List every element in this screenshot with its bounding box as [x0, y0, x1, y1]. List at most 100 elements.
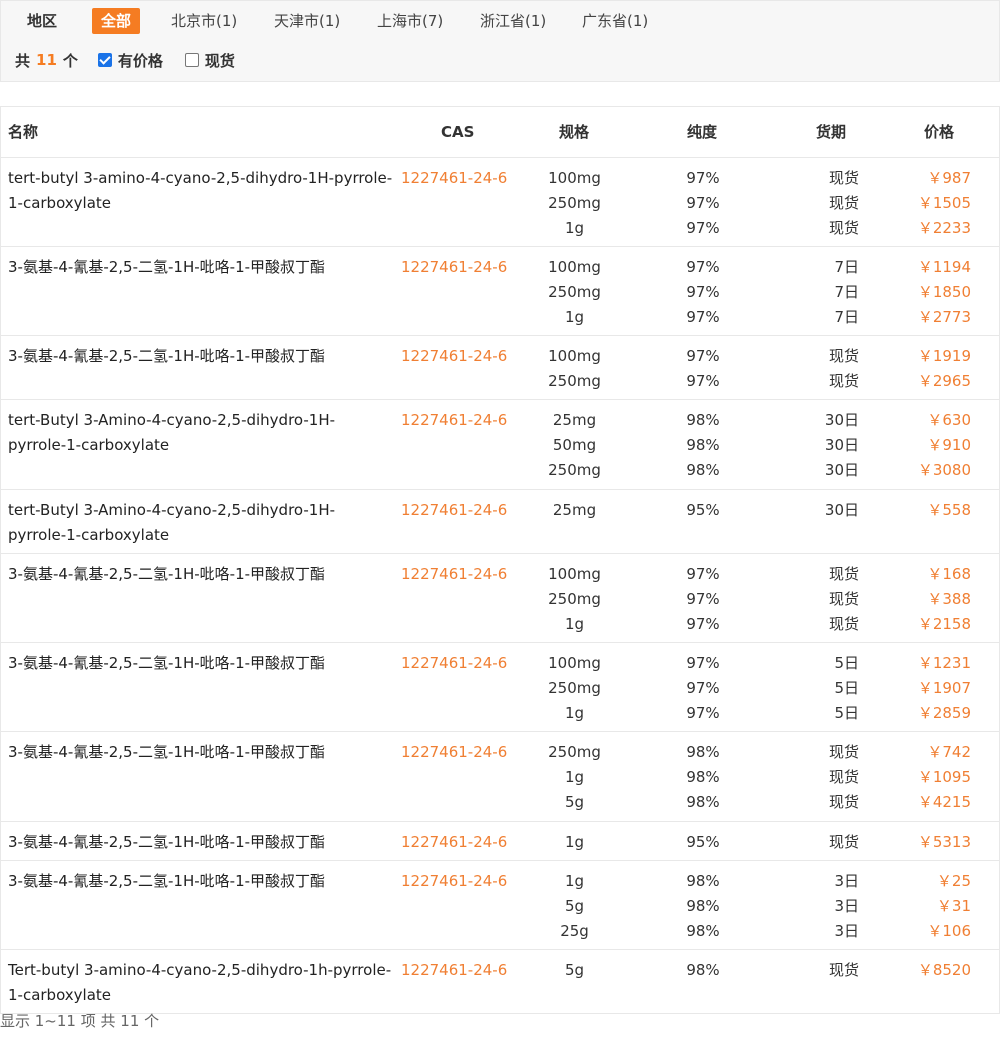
region-chip-guangdong[interactable]: 广东省(1) — [582, 8, 648, 34]
product-name-link[interactable]: 3-氨基-4-氰基-2,5-二氢-1H-吡咯-1-甲酸叔丁酯 — [8, 562, 393, 587]
region-chip-all[interactable]: 全部 — [92, 8, 141, 34]
price-value[interactable]: ￥1505 — [918, 191, 971, 216]
table-row[interactable]: 3-氨基-4-氰基-2,5-二氢-1H-吡咯-1-甲酸叔丁酯 1227461-24… — [1, 861, 999, 950]
cas-link[interactable]: 1227461-24-6 — [401, 830, 507, 855]
delivery-value: 现货 — [828, 833, 859, 851]
delivery-value: 现货 — [828, 615, 859, 633]
cas-link[interactable]: 1227461-24-6 — [401, 166, 507, 191]
price-value[interactable]: ￥910 — [927, 433, 971, 458]
price-value[interactable]: ￥388 — [927, 587, 971, 612]
spec-value: 250mg — [548, 283, 601, 301]
cas-link[interactable]: 1227461-24-6 — [401, 740, 507, 765]
table-row[interactable]: 3-氨基-4-氰基-2,5-二氢-1H-吡咯-1-甲酸叔丁酯 1227461-24… — [1, 247, 999, 336]
product-name-link[interactable]: 3-氨基-4-氰基-2,5-二氢-1H-吡咯-1-甲酸叔丁酯 — [8, 830, 393, 855]
price-value[interactable]: ￥25 — [937, 869, 971, 894]
product-name-link[interactable]: 3-氨基-4-氰基-2,5-二氢-1H-吡咯-1-甲酸叔丁酯 — [8, 869, 393, 894]
price-value[interactable]: ￥1095 — [918, 765, 971, 790]
purity-value: 98% — [686, 461, 720, 479]
purity-value-list: 97% 97% 97% — [661, 166, 745, 241]
price-value[interactable]: ￥2859 — [918, 701, 971, 726]
region-chip-zhejiang[interactable]: 浙江省(1) — [480, 8, 546, 34]
table-row[interactable]: tert-butyl 3-amino-4-cyano-2,5-dihydro-1… — [1, 158, 999, 247]
delivery-value: 现货 — [828, 194, 859, 212]
table-row[interactable]: tert-Butyl 3-Amino-4-cyano-2,5-dihydro-1… — [1, 490, 999, 554]
purity-value: 97% — [686, 219, 720, 237]
delivery-value-list: 现货 现货 — [801, 344, 859, 394]
spec-value-list: 250mg 1g 5g — [521, 740, 628, 815]
price-value[interactable]: ￥558 — [927, 498, 971, 523]
cas-link[interactable]: 1227461-24-6 — [401, 255, 507, 280]
cas-link[interactable]: 1227461-24-6 — [401, 344, 507, 369]
price-value[interactable]: ￥630 — [927, 408, 971, 433]
table-row[interactable]: 3-氨基-4-氰基-2,5-二氢-1H-吡咯-1-甲酸叔丁酯 1227461-24… — [1, 732, 999, 822]
price-value[interactable]: ￥2233 — [918, 216, 971, 241]
spec-value: 5g — [564, 897, 585, 915]
product-name-link[interactable]: tert-Butyl 3-Amino-4-cyano-2,5-dihydro-1… — [8, 408, 393, 458]
price-value-list: ￥5313 — [901, 830, 971, 855]
table-row[interactable]: 3-氨基-4-氰基-2,5-二氢-1H-吡咯-1-甲酸叔丁酯 1227461-24… — [1, 643, 999, 732]
in-stock-checkbox[interactable]: 现货 — [184, 50, 235, 71]
price-value[interactable]: ￥742 — [927, 740, 971, 765]
purity-value: 97% — [686, 258, 720, 276]
price-value[interactable]: ￥3080 — [918, 458, 971, 483]
cas-link[interactable]: 1227461-24-6 — [401, 498, 507, 523]
has-price-checkbox[interactable]: 有价格 — [97, 50, 163, 71]
table-row[interactable]: 3-氨基-4-氰基-2,5-二氢-1H-吡咯-1-甲酸叔丁酯 1227461-24… — [1, 822, 999, 861]
checkbox-checked-icon[interactable] — [97, 53, 112, 67]
price-value-list: ￥25 ￥31 ￥106 — [901, 869, 971, 944]
purity-value-list: 97% 97% 97% — [661, 562, 745, 637]
delivery-value: 30日 — [824, 411, 859, 429]
product-name-link[interactable]: 3-氨基-4-氰基-2,5-二氢-1H-吡咯-1-甲酸叔丁酯 — [8, 651, 393, 676]
product-name-link[interactable]: 3-氨基-4-氰基-2,5-二氢-1H-吡咯-1-甲酸叔丁酯 — [8, 344, 393, 369]
product-name-link[interactable]: Tert-butyl 3-amino-4-cyano-2,5-dihydro-1… — [8, 958, 393, 1008]
price-value[interactable]: ￥168 — [927, 562, 971, 587]
spec-value: 250mg — [548, 461, 601, 479]
region-chip-tianjin[interactable]: 天津市(1) — [274, 8, 340, 34]
table-row[interactable]: 3-氨基-4-氰基-2,5-二氢-1H-吡咯-1-甲酸叔丁酯 1227461-24… — [1, 336, 999, 400]
table-row[interactable]: 3-氨基-4-氰基-2,5-二氢-1H-吡咯-1-甲酸叔丁酯 1227461-24… — [1, 554, 999, 643]
pagination-summary: 显示 1~11 项 共 11 个 — [0, 1012, 160, 1030]
delivery-value-list: 现货 — [801, 958, 859, 983]
cas-link[interactable]: 1227461-24-6 — [401, 958, 507, 983]
price-value[interactable]: ￥987 — [927, 166, 971, 191]
price-value[interactable]: ￥1194 — [918, 255, 971, 280]
delivery-value-list: 现货 — [801, 830, 859, 855]
price-value[interactable]: ￥1907 — [918, 676, 971, 701]
product-name-link[interactable]: tert-butyl 3-amino-4-cyano-2,5-dihydro-1… — [8, 166, 393, 216]
delivery-value: 现货 — [828, 743, 859, 761]
spec-value: 250mg — [548, 743, 601, 761]
cas-link[interactable]: 1227461-24-6 — [401, 562, 507, 587]
price-value[interactable]: ￥1231 — [918, 651, 971, 676]
cas-link[interactable]: 1227461-24-6 — [401, 408, 507, 433]
price-value[interactable]: ￥5313 — [918, 830, 971, 855]
product-name-link[interactable]: tert-Butyl 3-Amino-4-cyano-2,5-dihydro-1… — [8, 498, 393, 548]
price-value[interactable]: ￥2158 — [918, 612, 971, 637]
checkbox-unchecked-icon[interactable] — [184, 53, 199, 67]
product-name-link[interactable]: 3-氨基-4-氰基-2,5-二氢-1H-吡咯-1-甲酸叔丁酯 — [8, 255, 393, 280]
price-value[interactable]: ￥106 — [927, 919, 971, 944]
purity-value-list: 97% 97% 97% — [661, 651, 745, 726]
cas-link[interactable]: 1227461-24-6 — [401, 869, 507, 894]
price-value[interactable]: ￥2773 — [918, 305, 971, 330]
price-value[interactable]: ￥8520 — [918, 958, 971, 983]
delivery-value: 7日 — [834, 308, 859, 326]
product-name-link[interactable]: 3-氨基-4-氰基-2,5-二氢-1H-吡咯-1-甲酸叔丁酯 — [8, 740, 393, 765]
purity-value: 97% — [686, 308, 720, 326]
spec-value-list: 1g — [521, 830, 628, 855]
price-value[interactable]: ￥4215 — [918, 790, 971, 815]
table-row[interactable]: Tert-butyl 3-amino-4-cyano-2,5-dihydro-1… — [1, 950, 999, 1014]
purity-value: 97% — [686, 679, 720, 697]
price-value[interactable]: ￥1919 — [918, 344, 971, 369]
purity-value: 98% — [686, 768, 720, 786]
cas-link[interactable]: 1227461-24-6 — [401, 651, 507, 676]
price-value[interactable]: ￥2965 — [918, 369, 971, 394]
price-value[interactable]: ￥31 — [937, 894, 971, 919]
region-chip-beijing[interactable]: 北京市(1) — [171, 8, 237, 34]
table-row[interactable]: tert-Butyl 3-Amino-4-cyano-2,5-dihydro-1… — [1, 400, 999, 490]
purity-value: 97% — [686, 654, 720, 672]
region-chip-shanghai[interactable]: 上海市(7) — [377, 8, 443, 34]
price-value[interactable]: ￥1850 — [918, 280, 971, 305]
purity-value-list: 95% — [661, 498, 745, 523]
header-delivery: 货期 — [816, 123, 847, 141]
header-cas: CAS — [441, 123, 475, 141]
